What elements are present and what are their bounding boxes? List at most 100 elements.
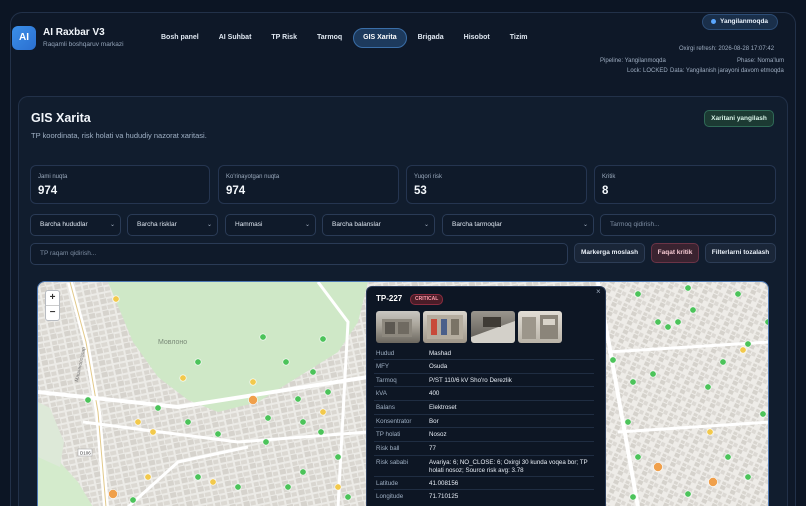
tp-photo-thumbnail[interactable]	[376, 311, 420, 343]
tp-marker[interactable]	[264, 414, 272, 422]
tp-marker[interactable]	[724, 453, 732, 461]
tp-marker[interactable]	[654, 318, 662, 326]
tp-marker[interactable]	[684, 490, 692, 498]
tp-marker[interactable]	[309, 368, 317, 376]
tp-marker[interactable]	[299, 468, 307, 476]
tp-marker[interactable]	[214, 430, 222, 438]
tp-marker[interactable]	[108, 489, 118, 499]
tp-marker[interactable]	[144, 473, 152, 481]
tp-marker[interactable]	[674, 318, 682, 326]
nav-gis-xarita[interactable]: GIS Xarita	[353, 28, 407, 48]
nav-hisobot[interactable]: Hisobot	[455, 28, 499, 48]
tp-marker[interactable]	[179, 374, 187, 382]
popup-row-divider	[374, 386, 594, 387]
nav-tizim[interactable]: Tizim	[501, 28, 537, 48]
tp-marker[interactable]	[684, 284, 692, 292]
status-select[interactable]: Hammasi ⌄	[225, 214, 316, 236]
tp-marker[interactable]	[149, 428, 157, 436]
tp-marker[interactable]	[84, 396, 92, 404]
tp-marker[interactable]	[739, 346, 747, 354]
tp-marker[interactable]	[209, 478, 217, 486]
chevron-down-icon: ⌄	[423, 222, 429, 228]
tp-marker[interactable]	[324, 388, 332, 396]
tp-marker[interactable]	[317, 428, 325, 436]
popup-row-divider	[374, 441, 594, 442]
tp-marker[interactable]	[319, 335, 327, 343]
tp-marker[interactable]	[629, 493, 637, 501]
tp-marker[interactable]	[759, 410, 767, 418]
nav-ai-suhbat[interactable]: AI Suhbat	[210, 28, 261, 48]
tp-marker[interactable]	[194, 473, 202, 481]
photo-image	[471, 317, 515, 343]
status-pill-label: Yangilanmoqda	[720, 18, 769, 25]
tp-marker[interactable]	[719, 358, 727, 366]
tp-marker[interactable]	[194, 358, 202, 366]
nav-bosh-panel[interactable]: Bosh panel	[152, 28, 208, 48]
tp-marker[interactable]	[284, 483, 292, 491]
tp-marker[interactable]	[319, 408, 327, 416]
stat-visible-points: Ko'rinayotgan nuqta 974	[218, 165, 399, 204]
balance-select[interactable]: Barcha balanslar ⌄	[322, 214, 435, 236]
tp-marker[interactable]	[249, 378, 257, 386]
critical-only-button[interactable]: Faqat kritik	[651, 243, 699, 263]
tp-marker[interactable]	[248, 395, 258, 405]
tp-marker[interactable]	[664, 323, 672, 331]
brand-title: AI Raxbar V3	[43, 27, 105, 38]
lock-text: Lock: LOCKED	[627, 68, 668, 74]
tp-marker[interactable]	[689, 306, 697, 314]
tp-marker[interactable]	[744, 473, 752, 481]
tp-photo-thumbnail[interactable]	[518, 311, 562, 343]
clear-filters-button[interactable]: Filterlarni tozalash	[705, 243, 776, 263]
zoom-in-button[interactable]: +	[46, 291, 59, 306]
tp-marker[interactable]	[294, 395, 302, 403]
nav-tp-risk[interactable]: TP Risk	[262, 28, 306, 48]
tp-marker[interactable]	[134, 418, 142, 426]
nav-brigada[interactable]: Brigada	[409, 28, 453, 48]
tp-marker[interactable]	[708, 477, 718, 487]
tp-marker[interactable]	[334, 453, 342, 461]
tp-marker[interactable]	[634, 290, 642, 298]
popup-row-value: Mashad	[429, 350, 452, 357]
tp-marker[interactable]	[299, 418, 307, 426]
tp-marker[interactable]	[262, 438, 270, 446]
main-nav: Bosh panel AI Suhbat TP Risk Tarmoq GIS …	[152, 28, 538, 48]
tp-marker[interactable]	[653, 462, 663, 472]
pipeline-text: Pipeline: Yangilanmoqda	[600, 58, 666, 64]
popup-row-label: MFY	[376, 363, 390, 370]
refresh-map-button[interactable]: Xaritani yangilash	[704, 110, 774, 127]
popup-row-divider	[374, 455, 594, 456]
risk-select[interactable]: Barcha risklar ⌄	[127, 214, 218, 236]
tp-marker[interactable]	[344, 493, 352, 501]
tp-photo-thumbnail[interactable]	[471, 311, 515, 343]
tp-marker[interactable]	[154, 404, 162, 412]
network-search-input[interactable]: Tarmoq qidirish...	[600, 214, 776, 236]
tp-search-input[interactable]: TP raqam qidirish...	[30, 243, 568, 265]
tp-marker[interactable]	[744, 340, 752, 348]
tp-marker[interactable]	[129, 496, 137, 504]
tp-marker[interactable]	[629, 378, 637, 386]
region-select[interactable]: Barcha hududlar ⌄	[30, 214, 121, 236]
tp-marker[interactable]	[234, 483, 242, 491]
tp-marker[interactable]	[334, 483, 342, 491]
last-refresh-text: Oxirgi refresh: 2026-08-28 17:07:42	[679, 46, 775, 52]
tp-marker[interactable]	[704, 383, 712, 391]
tp-marker[interactable]	[764, 318, 769, 326]
tp-marker[interactable]	[634, 453, 642, 461]
tp-marker[interactable]	[649, 370, 657, 378]
tp-marker[interactable]	[706, 428, 714, 436]
network-select[interactable]: Barcha tarmoqlar ⌄	[442, 214, 594, 236]
close-icon[interactable]: ×	[596, 287, 601, 296]
tp-marker[interactable]	[734, 290, 742, 298]
tp-marker[interactable]	[609, 356, 617, 364]
fit-markers-button[interactable]: Markerga moslash	[574, 243, 645, 263]
zoom-out-button[interactable]: −	[46, 306, 59, 321]
tp-marker[interactable]	[282, 358, 290, 366]
popup-row-divider	[374, 476, 594, 477]
nav-tarmoq[interactable]: Tarmoq	[308, 28, 351, 48]
tp-marker[interactable]	[184, 418, 192, 426]
popup-row-label: Risk ball	[376, 445, 400, 452]
tp-marker[interactable]	[112, 295, 120, 303]
tp-photo-thumbnail[interactable]	[423, 311, 467, 343]
tp-marker[interactable]	[259, 333, 267, 341]
tp-marker[interactable]	[624, 418, 632, 426]
